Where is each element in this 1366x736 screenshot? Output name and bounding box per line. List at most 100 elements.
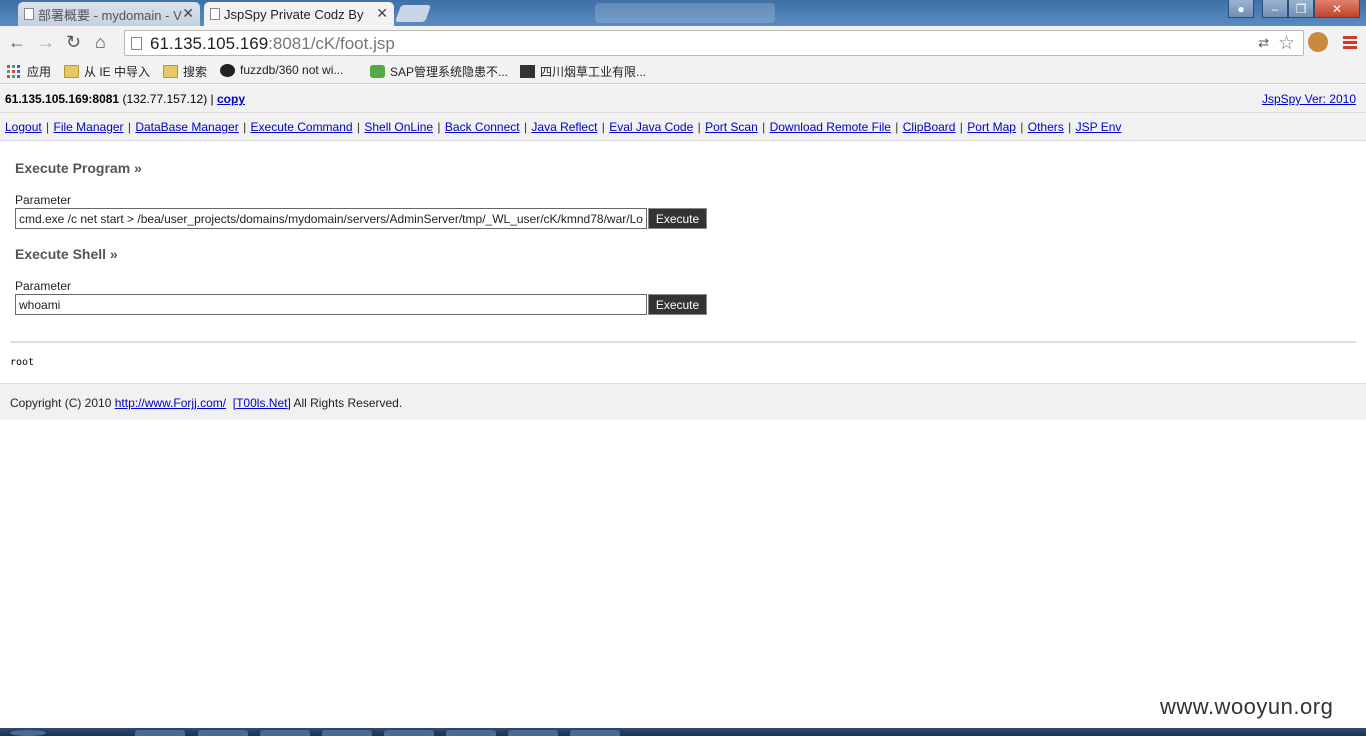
bookmark-search[interactable]: 搜索 xyxy=(163,63,207,80)
folder-icon xyxy=(163,65,178,78)
nav-separator: | xyxy=(1016,120,1027,134)
blurred-background-tab xyxy=(595,3,775,23)
version-link[interactable]: JspSpy Ver: 2010 xyxy=(1262,92,1356,106)
bookmark-star-icon[interactable]: ☆ xyxy=(1278,32,1295,55)
nav-link-clipboard[interactable]: ClipBoard xyxy=(903,120,956,134)
cookie-extension-icon[interactable] xyxy=(1308,32,1328,52)
server-host: 61.135.105.169:8081 xyxy=(5,92,120,106)
page-icon xyxy=(131,37,142,50)
client-ip: (132.77.157.12) xyxy=(122,92,208,106)
translate-icon[interactable]: ⇄ xyxy=(1258,35,1269,51)
copyright-text: Copyright (C) 2010 xyxy=(10,396,112,410)
menu-icon[interactable] xyxy=(1343,36,1357,51)
execute-program-title: Execute Program » xyxy=(15,160,142,176)
nav-link-port-map[interactable]: Port Map xyxy=(967,120,1016,134)
nav-link-file-manager[interactable]: File Manager xyxy=(54,120,124,134)
apps-grid-icon xyxy=(7,65,22,78)
nav-link-download-remote-file[interactable]: Download Remote File xyxy=(770,120,891,134)
page-icon xyxy=(210,8,220,20)
rights-text: All Rights Reserved. xyxy=(293,396,403,410)
main-nav: Logout | File Manager | DataBase Manager… xyxy=(0,113,1366,141)
bookmark-import-ie[interactable]: 从 IE 中导入 xyxy=(64,63,150,80)
nav-separator: | xyxy=(758,120,769,134)
nav-separator: | xyxy=(42,120,53,134)
taskbar-item[interactable] xyxy=(198,730,248,736)
nav-link-execute-command[interactable]: Execute Command xyxy=(251,120,353,134)
nav-separator: | xyxy=(124,120,135,134)
bookmark-apps[interactable]: 应用 xyxy=(7,63,51,80)
nav-link-port-scan[interactable]: Port Scan xyxy=(705,120,758,134)
nav-separator: | xyxy=(353,120,364,134)
forward-icon[interactable]: → xyxy=(37,32,55,53)
sap-site-icon xyxy=(370,65,385,78)
taskbar-item[interactable] xyxy=(322,730,372,736)
taskbar-item[interactable] xyxy=(135,730,185,736)
nav-separator: | xyxy=(1064,120,1075,134)
url-text[interactable]: 61.135.105.169:8081/cK/foot.jsp xyxy=(150,34,395,54)
reload-icon[interactable]: ↻ xyxy=(66,32,81,53)
copy-link[interactable]: copy xyxy=(217,92,245,106)
tab-title: 部署概要 - mydomain - V xyxy=(38,7,182,23)
shell-parameter-label: Parameter xyxy=(15,279,72,293)
nav-link-database-manager[interactable]: DataBase Manager xyxy=(135,120,238,134)
nav-separator: | xyxy=(239,120,250,134)
back-icon[interactable]: ← xyxy=(8,32,26,53)
taskbar-item[interactable] xyxy=(570,730,620,736)
maximize-icon[interactable]: ❐ xyxy=(1288,0,1314,18)
execute-program-button[interactable]: Execute xyxy=(648,208,707,229)
tab-title: JspSpy Private Codz By xyxy=(224,6,364,22)
nav-link-eval-java-code[interactable]: Eval Java Code xyxy=(609,120,693,134)
close-tab-icon[interactable]: ✕ xyxy=(182,5,194,22)
nav-link-others[interactable]: Others xyxy=(1028,120,1064,134)
t00ls-link[interactable]: [T00ls.Net] xyxy=(233,396,291,410)
command-output: root xyxy=(10,357,35,368)
tab-jspspy[interactable]: JspSpy Private Codz By ✕ xyxy=(204,2,394,26)
user-icon[interactable]: ● xyxy=(1228,0,1254,18)
execute-shell-button[interactable]: Execute xyxy=(648,294,707,315)
taskbar-item[interactable] xyxy=(508,730,558,736)
footer: Copyright (C) 2010 http://www.Forjj.com/… xyxy=(0,383,1366,420)
program-parameter-label: Parameter xyxy=(15,193,72,207)
taskbar-item[interactable] xyxy=(10,730,46,736)
new-tab-button[interactable] xyxy=(394,5,432,22)
taskbar xyxy=(0,728,1366,736)
bookmarks-bar: 应用 从 IE 中导入 搜索 fuzzdb/360 not wi... SAP管… xyxy=(0,58,1366,84)
minimize-icon[interactable]: – xyxy=(1262,0,1288,18)
watermark: www.wooyun.org xyxy=(1160,694,1334,719)
nav-separator: | xyxy=(891,120,902,134)
bookmark-sap[interactable]: SAP管理系统隐患不... xyxy=(370,63,508,80)
github-icon xyxy=(220,63,235,77)
separator: | xyxy=(210,92,214,106)
program-parameter-input[interactable] xyxy=(15,208,647,229)
close-window-icon[interactable]: ✕ xyxy=(1314,0,1360,18)
nav-link-shell-online[interactable]: Shell OnLine xyxy=(364,120,433,134)
jspspy-page: 61.135.105.169:8081 (132.77.157.12) | co… xyxy=(0,85,1366,141)
nav-link-java-reflect[interactable]: Java Reflect xyxy=(531,120,597,134)
nav-separator: | xyxy=(598,120,609,134)
nav-separator: | xyxy=(520,120,531,134)
close-tab-icon[interactable]: ✕ xyxy=(376,5,388,22)
taskbar-item[interactable] xyxy=(446,730,496,736)
address-bar[interactable]: 61.135.105.169:8081/cK/foot.jsp ⇄ ☆ xyxy=(124,30,1304,56)
bookmark-sichuan[interactable]: 四川烟草工业有限... xyxy=(520,63,646,80)
server-info-bar: 61.135.105.169:8081 (132.77.157.12) | co… xyxy=(0,85,1366,113)
bookmark-fuzzdb[interactable]: fuzzdb/360 not wi... xyxy=(220,63,343,77)
nav-link-back-connect[interactable]: Back Connect xyxy=(445,120,520,134)
nav-link-jsp-env[interactable]: JSP Env xyxy=(1076,120,1122,134)
home-icon[interactable]: ⌂ xyxy=(95,32,106,53)
site-icon xyxy=(520,65,535,78)
nav-separator: | xyxy=(434,120,444,134)
tab-deploy-summary[interactable]: 部署概要 - mydomain - V ✕ xyxy=(18,2,200,26)
taskbar-item[interactable] xyxy=(260,730,310,736)
execute-shell-title: Execute Shell » xyxy=(15,246,118,262)
tab-strip: 部署概要 - mydomain - V ✕ JspSpy Private Cod… xyxy=(0,0,1366,26)
nav-link-logout[interactable]: Logout xyxy=(5,120,42,134)
shell-parameter-input[interactable] xyxy=(15,294,647,315)
divider xyxy=(10,341,1356,343)
nav-separator: | xyxy=(694,120,705,134)
page-icon xyxy=(24,8,34,20)
folder-icon xyxy=(64,65,79,78)
taskbar-item[interactable] xyxy=(384,730,434,736)
nav-separator: | xyxy=(956,120,967,134)
forjj-link[interactable]: http://www.Forjj.com/ xyxy=(115,396,226,410)
